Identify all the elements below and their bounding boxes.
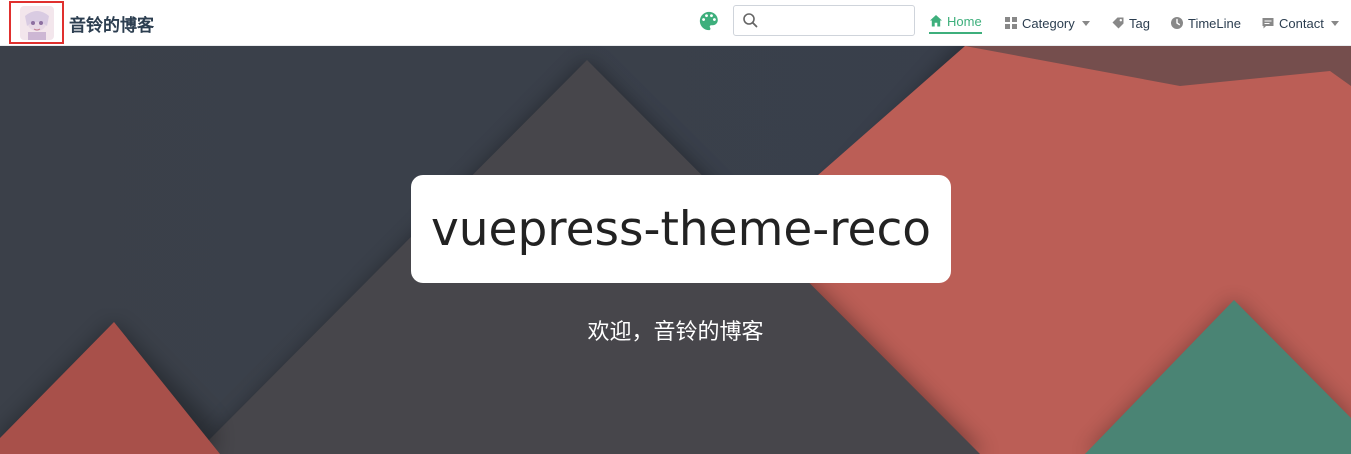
search-box[interactable] <box>733 5 915 36</box>
nav-contact-label: Contact <box>1279 15 1324 31</box>
search-icon <box>742 12 759 29</box>
nav-home-label: Home <box>947 13 982 29</box>
hero-subtitle: 欢迎，音铃的博客 <box>587 320 764 345</box>
chevron-down-icon <box>1330 20 1339 26</box>
hero-banner: vuepress-theme-reco 欢迎，音铃的博客 <box>0 46 1351 454</box>
nav-tag-label: Tag <box>1129 15 1150 31</box>
logo-button[interactable] <box>9 1 64 44</box>
logo-avatar <box>19 5 54 40</box>
category-icon <box>1004 16 1018 30</box>
nav-timeline[interactable]: TimeLine <box>1170 12 1241 34</box>
nav-home[interactable]: Home <box>929 10 982 34</box>
navbar: 音铃的博客 Home Category Tag TimeLine Contact <box>0 0 1351 46</box>
tag-icon <box>1111 16 1125 30</box>
nav-tag[interactable]: Tag <box>1111 12 1150 34</box>
search-input[interactable] <box>762 9 910 32</box>
nav-category-label: Category <box>1022 15 1075 31</box>
hero-title: vuepress-theme-reco <box>430 201 932 257</box>
palette-icon[interactable] <box>698 10 720 32</box>
hero-title-box: vuepress-theme-reco <box>411 175 951 283</box>
nav-category[interactable]: Category <box>1004 12 1090 34</box>
message-icon <box>1261 16 1275 30</box>
nav-timeline-label: TimeLine <box>1188 15 1241 31</box>
chevron-down-icon <box>1081 20 1090 26</box>
nav-contact[interactable]: Contact <box>1261 12 1339 34</box>
home-icon <box>929 14 943 28</box>
site-name[interactable]: 音铃的博客 <box>69 11 154 36</box>
clock-icon <box>1170 16 1184 30</box>
